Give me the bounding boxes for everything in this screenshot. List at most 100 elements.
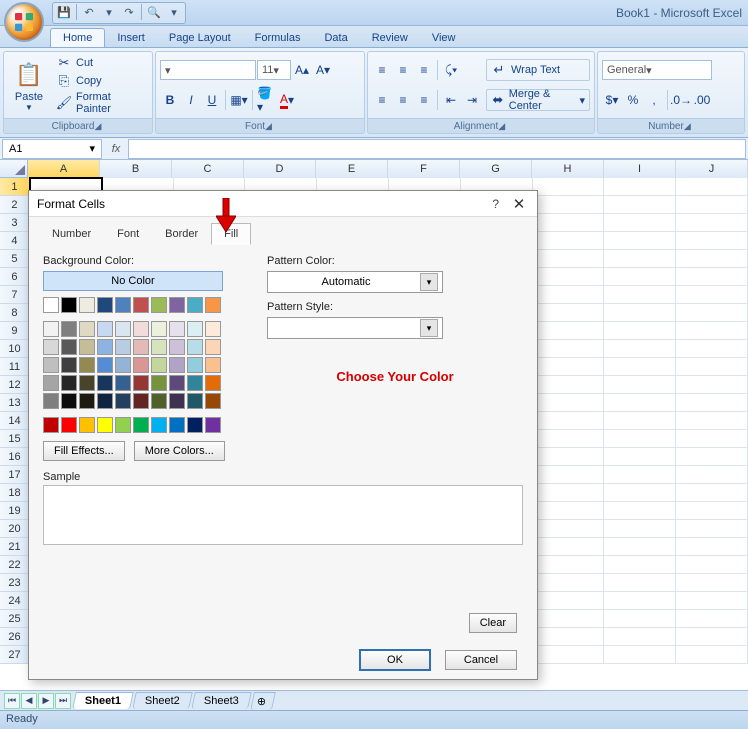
cell[interactable] [533, 394, 605, 412]
column-header[interactable]: C [172, 160, 244, 178]
color-swatch[interactable] [169, 417, 185, 433]
color-swatch[interactable] [169, 393, 185, 409]
prev-sheet-button[interactable]: ◀ [21, 693, 37, 709]
cell[interactable] [533, 304, 605, 322]
color-swatch[interactable] [79, 375, 95, 391]
align-center-button[interactable]: ≡ [393, 90, 413, 110]
save-icon[interactable]: 💾 [55, 4, 73, 22]
row-header[interactable]: 3 [0, 214, 30, 232]
cell[interactable] [533, 430, 605, 448]
color-swatch[interactable] [79, 297, 95, 313]
undo-icon[interactable]: ↶ [80, 4, 98, 22]
cell[interactable] [533, 268, 605, 286]
decrease-indent-button[interactable]: ⇤ [441, 90, 461, 110]
column-header[interactable]: G [460, 160, 532, 178]
sheet-tab-2[interactable]: Sheet2 [132, 692, 192, 709]
cell[interactable] [533, 232, 605, 250]
name-box[interactable]: A1▾ [2, 139, 102, 159]
cell[interactable] [676, 178, 748, 196]
cell[interactable] [533, 196, 605, 214]
italic-button[interactable]: I [181, 90, 201, 110]
cell[interactable] [533, 340, 605, 358]
column-header[interactable]: B [100, 160, 172, 178]
cell[interactable] [533, 556, 605, 574]
clear-button[interactable]: Clear [469, 613, 517, 633]
cell[interactable] [676, 538, 748, 556]
color-swatch[interactable] [133, 339, 149, 355]
cell[interactable] [604, 394, 676, 412]
row-header[interactable]: 19 [0, 502, 30, 520]
row-header[interactable]: 22 [0, 556, 30, 574]
row-header[interactable]: 2 [0, 196, 30, 214]
tab-home[interactable]: Home [50, 28, 105, 47]
cell[interactable] [604, 610, 676, 628]
color-swatch[interactable] [61, 417, 77, 433]
row-header[interactable]: 6 [0, 268, 30, 286]
cell[interactable] [676, 322, 748, 340]
merge-button[interactable]: ⬌Merge & Center▾ [486, 89, 590, 111]
color-swatch[interactable] [205, 339, 221, 355]
row-header[interactable]: 21 [0, 538, 30, 556]
formula-input[interactable] [128, 139, 746, 159]
color-swatch[interactable] [133, 357, 149, 373]
align-top-button[interactable]: ≡ [372, 60, 392, 80]
cell[interactable] [533, 610, 605, 628]
row-header[interactable]: 24 [0, 592, 30, 610]
cell[interactable] [604, 214, 676, 232]
color-swatch[interactable] [115, 393, 131, 409]
color-swatch[interactable] [79, 339, 95, 355]
row-header[interactable]: 15 [0, 430, 30, 448]
close-button[interactable]: ✕ [509, 195, 529, 213]
tab-pagelayout[interactable]: Page Layout [157, 29, 243, 47]
cell[interactable] [604, 286, 676, 304]
more-colors-button[interactable]: More Colors... [134, 441, 225, 461]
tab-data[interactable]: Data [312, 29, 359, 47]
column-header[interactable]: F [388, 160, 460, 178]
cell[interactable] [604, 376, 676, 394]
no-color-button[interactable]: No Color [43, 271, 223, 291]
cell[interactable] [604, 574, 676, 592]
color-swatch[interactable] [151, 393, 167, 409]
color-swatch[interactable] [79, 417, 95, 433]
cell[interactable] [533, 448, 605, 466]
cell[interactable] [604, 484, 676, 502]
paste-button[interactable]: 📋 Paste ▼ [6, 54, 52, 116]
cell[interactable] [676, 574, 748, 592]
row-header[interactable]: 14 [0, 412, 30, 430]
cell[interactable] [676, 484, 748, 502]
cell[interactable] [676, 250, 748, 268]
color-swatch[interactable] [151, 297, 167, 313]
color-swatch[interactable] [187, 375, 203, 391]
column-header[interactable]: A [28, 160, 100, 178]
color-swatch[interactable] [43, 321, 59, 337]
column-header[interactable]: H [532, 160, 604, 178]
color-swatch[interactable] [97, 357, 113, 373]
shrink-font-button[interactable]: A▾ [313, 60, 333, 80]
sheet-tab-3[interactable]: Sheet3 [191, 692, 251, 709]
cell[interactable] [604, 196, 676, 214]
cell[interactable] [533, 358, 605, 376]
tab-view[interactable]: View [420, 29, 468, 47]
row-header[interactable]: 17 [0, 466, 30, 484]
cell[interactable] [604, 646, 676, 664]
color-swatch[interactable] [43, 393, 59, 409]
cell[interactable] [676, 214, 748, 232]
cell[interactable] [676, 376, 748, 394]
pattern-style-select[interactable]: ▾ [267, 317, 443, 339]
color-swatch[interactable] [97, 339, 113, 355]
cut-button[interactable]: ✂Cut [52, 54, 150, 72]
cell[interactable] [533, 646, 605, 664]
color-swatch[interactable] [97, 393, 113, 409]
cell[interactable] [533, 412, 605, 430]
color-swatch[interactable] [133, 321, 149, 337]
cell[interactable] [604, 268, 676, 286]
cell[interactable] [676, 304, 748, 322]
color-swatch[interactable] [205, 375, 221, 391]
cell[interactable] [604, 538, 676, 556]
color-swatch[interactable] [61, 339, 77, 355]
cell[interactable] [676, 340, 748, 358]
cell[interactable] [533, 520, 605, 538]
fx-icon[interactable]: fx [104, 139, 128, 159]
cell[interactable] [676, 502, 748, 520]
color-swatch[interactable] [61, 375, 77, 391]
